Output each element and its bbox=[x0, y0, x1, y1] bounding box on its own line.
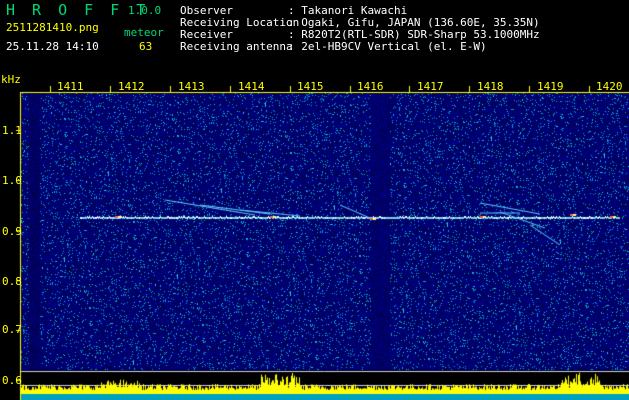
x-tick-label: 1418 bbox=[477, 80, 504, 93]
x-tick-label: 1415 bbox=[297, 80, 324, 93]
y-tick-label: 1.0 bbox=[2, 174, 22, 187]
location-label: Receiving Location bbox=[180, 16, 300, 29]
x-tick-label: 1420 bbox=[596, 80, 623, 93]
x-tick-label: 1412 bbox=[118, 80, 145, 93]
axis-unit: kHz bbox=[1, 73, 21, 86]
app-version: 1.0.0 bbox=[128, 4, 162, 17]
x-tick-label: 1413 bbox=[178, 80, 205, 93]
observer-value: : Takanori Kawachi bbox=[288, 4, 408, 17]
receiver-label: Receiver bbox=[180, 28, 233, 41]
y-tick-label: 0.8 bbox=[2, 275, 22, 288]
mode-label: meteor bbox=[124, 26, 164, 39]
location-value: : Ogaki, Gifu, JAPAN (136.60E, 35.35N) bbox=[288, 16, 540, 29]
x-tick-label: 1414 bbox=[238, 80, 265, 93]
x-tick-label: 1416 bbox=[357, 80, 384, 93]
y-tick-label: 0.9 bbox=[2, 225, 22, 238]
observer-label: Observer bbox=[180, 4, 233, 17]
y-tick-label: 0.6 bbox=[2, 374, 22, 387]
y-tick-label: 0.7 bbox=[2, 323, 22, 336]
x-tick-label: 1419 bbox=[537, 80, 564, 93]
timestamp: 25.11.28 14:10 bbox=[6, 40, 99, 53]
y-tick-label: 1.1 bbox=[2, 124, 22, 137]
receiver-value: : R820T2(RTL-SDR) SDR-Sharp 53.1000MHz bbox=[288, 28, 540, 41]
antenna-value: : 2el-HB9CV Vertical (el. E-W) bbox=[288, 40, 487, 53]
x-tick-label: 1417 bbox=[417, 80, 444, 93]
spectrogram bbox=[0, 0, 629, 400]
image-filename: 2511281410.png bbox=[6, 21, 99, 34]
meteor-count: 63 bbox=[139, 40, 153, 53]
x-tick-label: 1411 bbox=[57, 80, 84, 93]
antenna-label: Receiving antenna bbox=[180, 40, 293, 53]
